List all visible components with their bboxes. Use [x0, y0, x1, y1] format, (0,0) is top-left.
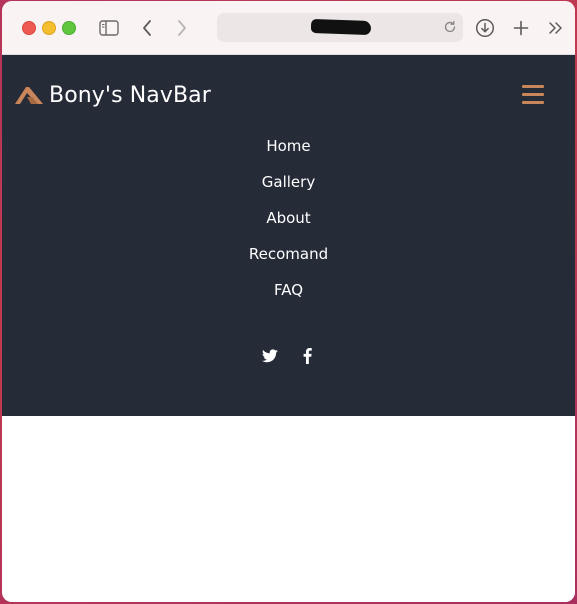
chevron-right-icon[interactable]: [176, 15, 188, 41]
nav-link-recomand[interactable]: Recomand: [249, 245, 328, 263]
nav-link-faq[interactable]: FAQ: [274, 281, 303, 299]
brand[interactable]: Bony's NavBar: [14, 83, 211, 108]
browser-toolbar: [2, 1, 575, 55]
page-content: [2, 416, 575, 602]
nav-item-gallery: Gallery: [2, 172, 575, 208]
nav-link-home[interactable]: Home: [266, 137, 310, 155]
sidebar-icon[interactable]: [99, 15, 119, 41]
social-links: [2, 348, 575, 364]
browser-window: Bony's NavBar Home Gallery About Recoman…: [2, 1, 575, 602]
nav-item-faq: FAQ: [2, 280, 575, 316]
twitter-icon[interactable]: [261, 348, 278, 364]
nav-item-about: About: [2, 208, 575, 244]
redacted-url: [310, 18, 372, 36]
nav-link-about[interactable]: About: [266, 209, 310, 227]
download-icon[interactable]: [475, 15, 495, 41]
address-bar[interactable]: [217, 13, 463, 42]
close-window-button[interactable]: [22, 21, 36, 35]
nav-link-gallery[interactable]: Gallery: [262, 173, 315, 191]
chevron-left-icon[interactable]: [141, 15, 153, 41]
site-navbar: Bony's NavBar Home Gallery About Recoman…: [2, 55, 575, 416]
double-chevron-right-icon[interactable]: [548, 15, 564, 41]
facebook-icon[interactable]: [300, 348, 316, 364]
nav-item-home: Home: [2, 136, 575, 172]
nav-item-recomand: Recomand: [2, 244, 575, 280]
zoom-window-button[interactable]: [62, 21, 76, 35]
plus-icon[interactable]: [513, 15, 529, 41]
reload-icon[interactable]: [443, 20, 457, 39]
minimize-window-button[interactable]: [42, 21, 56, 35]
nav-menu: Home Gallery About Recomand FAQ: [2, 136, 575, 316]
brand-name: Bony's NavBar: [49, 83, 211, 108]
brand-logo-icon: [15, 86, 43, 104]
hamburger-menu-icon[interactable]: [522, 85, 544, 105]
